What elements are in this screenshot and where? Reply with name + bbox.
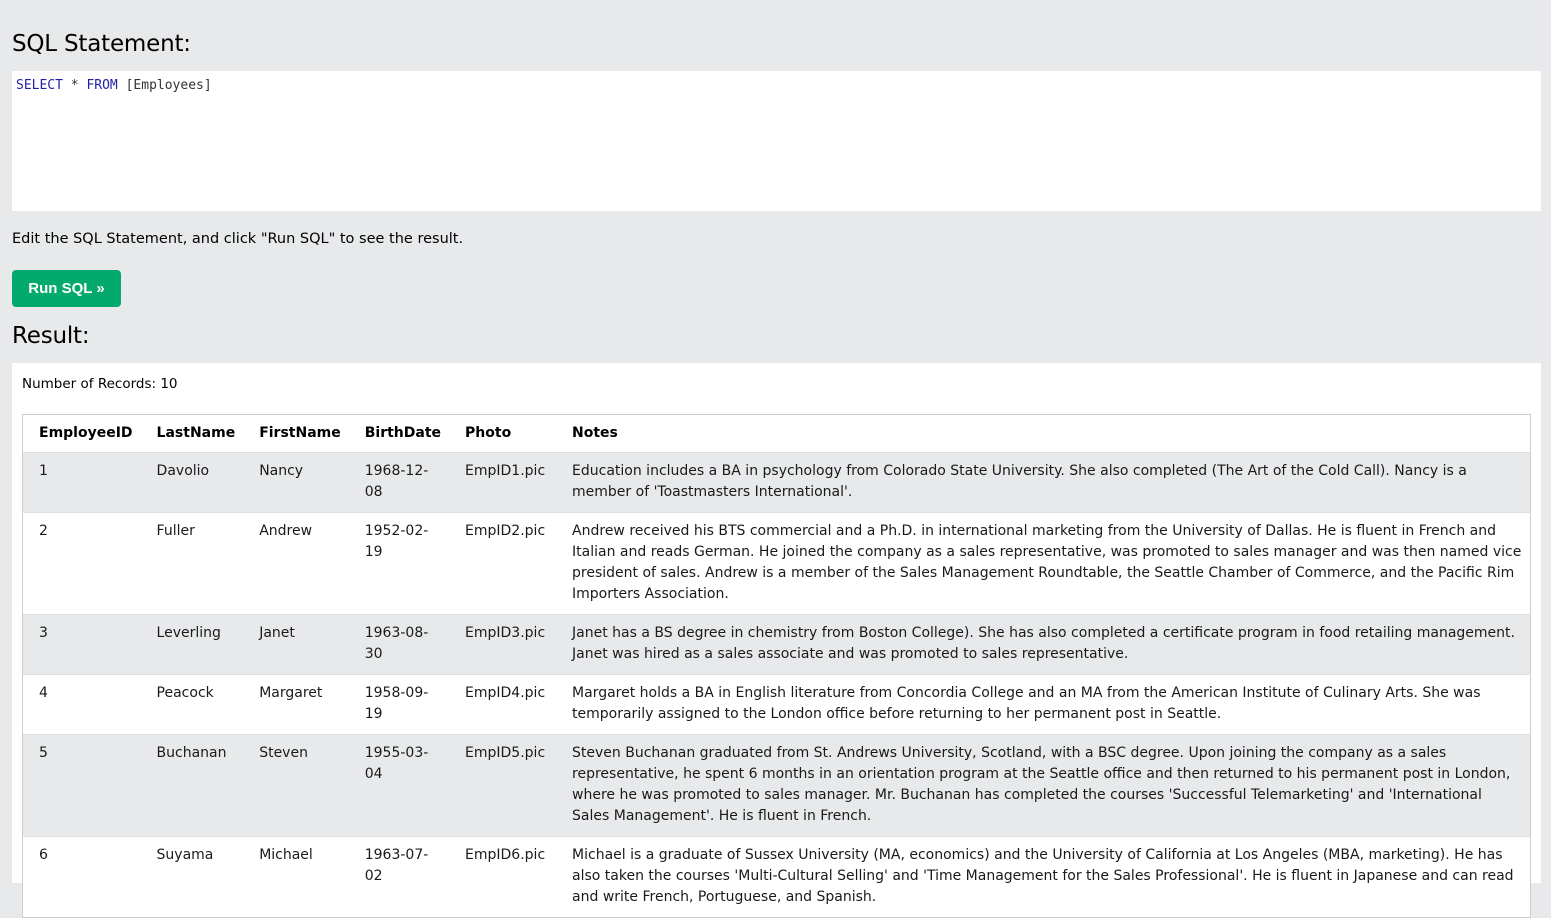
cell-firstname: Janet [259, 625, 295, 641]
cell-notes: Andrew received his BTS commercial and a… [572, 523, 1522, 602]
cell-lastname: Fuller [156, 523, 195, 539]
record-count: Number of Records: 10 [22, 376, 178, 392]
cell-birthdate: 1952-02-19 [364, 523, 429, 560]
table-row: 5 Buchanan Steven 1955-03-04 EmpID5.pic … [22, 734, 1531, 837]
table-row: 4 Peacock Margaret 1958-09-19 EmpID4.pic… [22, 674, 1531, 735]
cell-lastname: Leverling [156, 625, 221, 641]
cell-photo: EmpID6.pic [465, 847, 546, 863]
cell-photo: EmpID5.pic [465, 745, 546, 761]
column-header-lastname: LastName [156, 425, 236, 441]
sql-star: * [70, 78, 79, 93]
cell-photo: EmpID4.pic [465, 685, 546, 701]
cell-notes: Steven Buchanan graduated from St. Andre… [572, 745, 1511, 824]
sql-keyword-from: FROM [86, 78, 118, 93]
cell-employeeid: 5 [39, 745, 48, 761]
table-row: 3 Leverling Janet 1963-08-30 EmpID3.pic … [22, 614, 1531, 675]
cell-notes: Janet has a BS degree in chemistry from … [572, 625, 1515, 662]
cell-lastname: Peacock [156, 685, 214, 701]
sql-statement-heading: SQL Statement: [12, 31, 191, 57]
cell-birthdate: 1968-12-08 [364, 463, 429, 500]
cell-photo: EmpID3.pic [465, 625, 546, 641]
table-row: 1 Davolio Nancy 1968-12-08 EmpID1.pic Ed… [22, 452, 1531, 513]
cell-firstname: Michael [259, 847, 313, 863]
cell-firstname: Nancy [259, 463, 304, 479]
column-header-birthdate: BirthDate [364, 425, 442, 441]
cell-photo: EmpID2.pic [465, 523, 546, 539]
table-row: 2 Fuller Andrew 1952-02-19 EmpID2.pic An… [22, 512, 1531, 615]
cell-employeeid: 4 [39, 685, 48, 701]
cell-employeeid: 3 [39, 625, 48, 641]
column-header-photo: Photo [465, 425, 512, 441]
column-header-employeeid: EmployeeID [39, 425, 133, 441]
sql-table-name: [Employees] [125, 78, 212, 93]
cell-firstname: Margaret [259, 685, 323, 701]
sql-editor[interactable]: SELECT * FROM [Employees] [12, 71, 1541, 211]
cell-notes: Education includes a BA in psychology fr… [572, 463, 1467, 500]
cell-lastname: Buchanan [156, 745, 227, 761]
cell-birthdate: 1963-08-30 [364, 625, 429, 662]
run-sql-button[interactable]: Run SQL » [12, 270, 121, 307]
table-row: 6 Suyama Michael 1963-07-02 EmpID6.pic M… [22, 836, 1531, 918]
cell-firstname: Andrew [259, 523, 313, 539]
edit-hint: Edit the SQL Statement, and click "Run S… [12, 231, 464, 247]
cell-lastname: Suyama [156, 847, 214, 863]
cell-firstname: Steven [259, 745, 308, 761]
cell-notes: Margaret holds a BA in English literatur… [572, 685, 1481, 722]
result-table: EmployeeID LastName FirstName BirthDate … [22, 414, 1531, 918]
cell-notes: Michael is a graduate of Sussex Universi… [572, 847, 1514, 905]
column-header-notes: Notes [572, 425, 618, 441]
cell-birthdate: 1955-03-04 [364, 745, 429, 782]
cell-photo: EmpID1.pic [465, 463, 546, 479]
cell-birthdate: 1963-07-02 [364, 847, 429, 884]
cell-lastname: Davolio [156, 463, 210, 479]
column-header-firstname: FirstName [259, 425, 341, 441]
cell-employeeid: 6 [39, 847, 48, 863]
result-heading: Result: [12, 323, 90, 349]
sql-keyword-select: SELECT [16, 78, 63, 93]
result-panel: Number of Records: 10 EmployeeID LastNam… [12, 363, 1541, 918]
cell-employeeid: 1 [39, 463, 48, 479]
table-header-row: EmployeeID LastName FirstName BirthDate … [23, 415, 1531, 453]
cell-birthdate: 1958-09-19 [364, 685, 429, 722]
cell-employeeid: 2 [39, 523, 48, 539]
